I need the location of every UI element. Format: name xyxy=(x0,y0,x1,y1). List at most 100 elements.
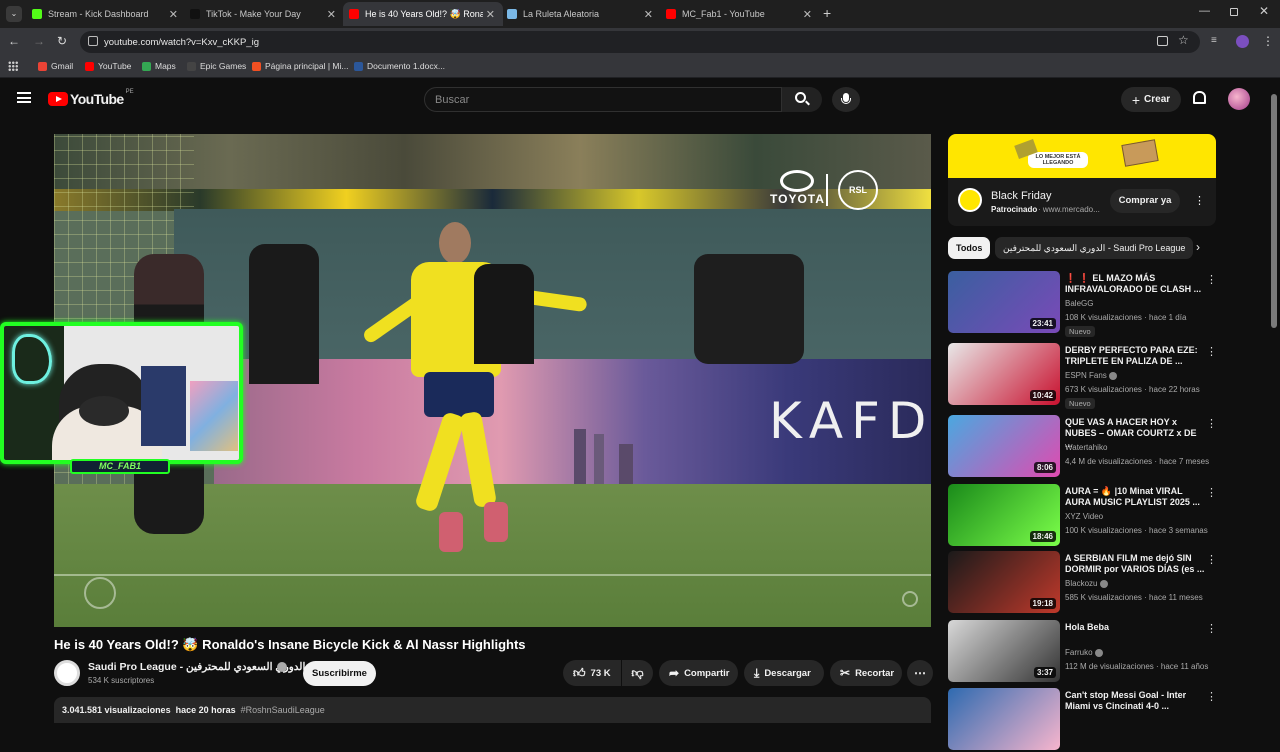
recommended-channel[interactable]: ESPN Fans xyxy=(1065,371,1118,380)
search-input[interactable]: Buscar xyxy=(424,87,782,112)
address-bar[interactable]: youtube.com/watch?v=Kxv_cKKP_ig ☆ xyxy=(80,31,1200,53)
recommended-channel[interactable]: Blackozu xyxy=(1065,579,1108,588)
close-tab-icon[interactable]: ✕ xyxy=(803,8,812,21)
bookmark-item[interactable]: Epic Games xyxy=(187,61,246,71)
recommended-title[interactable]: AURA = 🔥 |10 Minat VIRAL AURA MUSIC PLAY… xyxy=(1065,486,1205,508)
recommended-channel[interactable]: Watertahiko xyxy=(1065,443,1107,452)
ad-cta-button[interactable]: Comprar ya xyxy=(1110,189,1180,213)
recommended-title[interactable]: ❗ ❗ EL MAZO MÁS INFRAVALORADO DE CLASH .… xyxy=(1065,273,1205,295)
video-menu-icon[interactable]: ⋮ xyxy=(1206,553,1217,566)
ad-menu-icon[interactable]: ⋮ xyxy=(1194,194,1205,207)
close-window-icon[interactable]: ✕ xyxy=(1259,4,1269,18)
recommended-channel[interactable]: XYZ Video xyxy=(1065,512,1103,521)
maximize-icon[interactable] xyxy=(1230,8,1238,16)
recommended-channel[interactable]: BaleGG xyxy=(1065,299,1093,308)
chip-all[interactable]: Todos xyxy=(948,237,991,259)
chevron-right-icon[interactable]: › xyxy=(1196,240,1200,254)
advertiser-logo xyxy=(958,188,982,212)
download-label: Descargar xyxy=(764,667,811,679)
dislike-button[interactable]: 👎︎ xyxy=(622,660,653,686)
video-thumbnail[interactable]: 8:06 xyxy=(948,415,1060,477)
video-thumbnail[interactable]: 3:37 xyxy=(948,620,1060,682)
thumbs-up-icon: 👍︎ xyxy=(573,665,586,680)
recommended-title[interactable]: Hola Beba xyxy=(1065,622,1205,633)
video-menu-icon[interactable]: ⋮ xyxy=(1206,273,1217,286)
chip-channel[interactable]: الدوري السعودي للمحترفين - Saudi Pro Lea… xyxy=(995,237,1194,259)
close-tab-icon[interactable]: ✕ xyxy=(169,8,178,21)
close-tab-icon[interactable]: ✕ xyxy=(486,8,495,21)
recommended-video[interactable]: 23:41 ❗ ❗ EL MAZO MÁS INFRAVALORADO DE CL… xyxy=(948,271,1218,337)
sponsored-ad[interactable]: LO MEJOR ESTÁ LLEGANDO Black Friday Patr… xyxy=(948,134,1216,226)
voice-search-button[interactable] xyxy=(832,87,860,112)
recommended-video[interactable]: 10:42 DERBY PERFECTO PARA EZE: TRIPLETE E… xyxy=(948,343,1218,409)
channel-avatar[interactable] xyxy=(54,660,80,686)
clip-button[interactable]: ✂ Recortar xyxy=(830,660,902,686)
browser-tab[interactable]: MC_Fab1 - YouTube ✕ xyxy=(660,2,820,26)
bookmark-star-icon[interactable]: ☆ xyxy=(1178,33,1189,47)
search-button[interactable] xyxy=(782,87,822,112)
browser-tab[interactable]: He is 40 Years Old!? 🤯 Ronaldo✕ xyxy=(343,2,503,26)
like-button[interactable]: 👍︎ 73 K xyxy=(563,660,621,686)
bookmark-item[interactable]: Maps xyxy=(142,61,176,71)
close-tab-icon[interactable]: ✕ xyxy=(327,8,336,21)
video-thumbnail[interactable]: 10:42 xyxy=(948,343,1060,405)
neon-sign-icon xyxy=(12,334,52,384)
forward-icon[interactable]: → xyxy=(33,34,45,48)
video-thumbnail[interactable] xyxy=(948,688,1060,750)
site-info-icon[interactable] xyxy=(88,36,98,46)
apps-grid-icon[interactable] xyxy=(8,61,18,71)
recommended-title[interactable]: A SERBIAN FILM me dejó SIN DORMIR por VA… xyxy=(1065,553,1205,575)
recommended-title[interactable]: DERBY PERFECTO PARA EZE: TRIPLETE EN PAL… xyxy=(1065,345,1205,367)
browser-tab[interactable]: Stream - Kick Dashboard ✕ xyxy=(26,2,186,26)
subscribe-button[interactable]: Suscribirme xyxy=(303,661,376,686)
bookmark-item[interactable]: YouTube xyxy=(85,61,131,71)
media-controls-icon[interactable]: ≡ xyxy=(1211,35,1217,46)
video-menu-icon[interactable]: ⋮ xyxy=(1206,622,1217,635)
video-thumbnail[interactable]: 19:18 xyxy=(948,551,1060,613)
bookmark-item[interactable]: Documento 1.docx... xyxy=(354,61,445,71)
hamburger-menu-icon[interactable] xyxy=(17,92,31,103)
video-menu-icon[interactable]: ⋮ xyxy=(1206,486,1217,499)
page-scrollbar[interactable] xyxy=(1271,94,1277,328)
install-icon[interactable] xyxy=(1157,36,1168,46)
notifications-bell-icon[interactable] xyxy=(1193,91,1206,104)
browser-tab[interactable]: La Ruleta Aleatoria ✕ xyxy=(501,2,661,26)
recommended-video[interactable]: 3:37 Hola Beba Farruko 112 M de visualizac… xyxy=(948,620,1218,684)
video-menu-icon[interactable]: ⋮ xyxy=(1206,690,1217,703)
close-tab-icon[interactable]: ✕ xyxy=(644,8,653,21)
league-badge: RSL xyxy=(838,170,878,210)
cameraman xyxy=(694,254,804,364)
share-button[interactable]: ➦ Compartir xyxy=(659,660,738,686)
minimize-icon[interactable]: — xyxy=(1199,5,1210,17)
create-label: Crear xyxy=(1144,94,1171,105)
recommended-channel[interactable]: Farruko xyxy=(1065,648,1103,657)
channel-name[interactable]: Saudi Pro League - الدوري السعودي للمحتر… xyxy=(88,661,305,673)
create-button[interactable]: + Crear xyxy=(1121,87,1181,112)
description-box[interactable]: 3.041.581 visualizaciones hace 20 horas … xyxy=(54,697,931,723)
profile-avatar[interactable] xyxy=(1236,35,1249,48)
recommended-video[interactable]: 8:06 QUE VAS A HACER HOY x NUBES – OMAR C… xyxy=(948,415,1218,479)
recommended-title[interactable]: Can't stop Messi Goal - Inter Miami vs C… xyxy=(1065,690,1205,712)
more-actions-button[interactable]: ⋯ xyxy=(907,660,933,686)
recommended-video[interactable]: Can't stop Messi Goal - Inter Miami vs C… xyxy=(948,688,1218,752)
chrome-menu-icon[interactable]: ⋮ xyxy=(1262,34,1274,48)
download-button[interactable]: ⤓ Descargar xyxy=(744,660,824,686)
video-thumbnail[interactable]: 18:46 xyxy=(948,484,1060,546)
bookmark-item[interactable]: Página principal | Mi... xyxy=(252,61,348,71)
account-avatar[interactable] xyxy=(1228,88,1250,110)
browser-tab[interactable]: TikTok - Make Your Day ✕ xyxy=(184,2,344,26)
video-menu-icon[interactable]: ⋮ xyxy=(1206,417,1217,430)
new-tab-icon[interactable]: + xyxy=(823,6,831,20)
video-thumbnail[interactable]: 23:41 xyxy=(948,271,1060,333)
recommended-video[interactable]: 18:46 AURA = 🔥 |10 Minat VIRAL AURA MUSIC… xyxy=(948,484,1218,548)
youtube-logo[interactable]: YouTube PE xyxy=(48,89,134,107)
ad-banner[interactable]: LO MEJOR ESTÁ LLEGANDO xyxy=(948,134,1216,178)
hashtag-link[interactable]: #RoshnSaudiLeague xyxy=(241,705,325,715)
bookmark-item[interactable]: Gmail xyxy=(38,61,73,71)
back-icon[interactable]: ← xyxy=(8,34,20,48)
tab-title: He is 40 Years Old!? 🤯 Ronaldo xyxy=(365,8,483,19)
tab-search-icon[interactable]: ⌄ xyxy=(6,6,22,22)
reload-icon[interactable]: ↻ xyxy=(57,34,67,48)
video-menu-icon[interactable]: ⋮ xyxy=(1206,345,1217,358)
recommended-video[interactable]: 19:18 A SERBIAN FILM me dejó SIN DORMIR p… xyxy=(948,551,1218,615)
